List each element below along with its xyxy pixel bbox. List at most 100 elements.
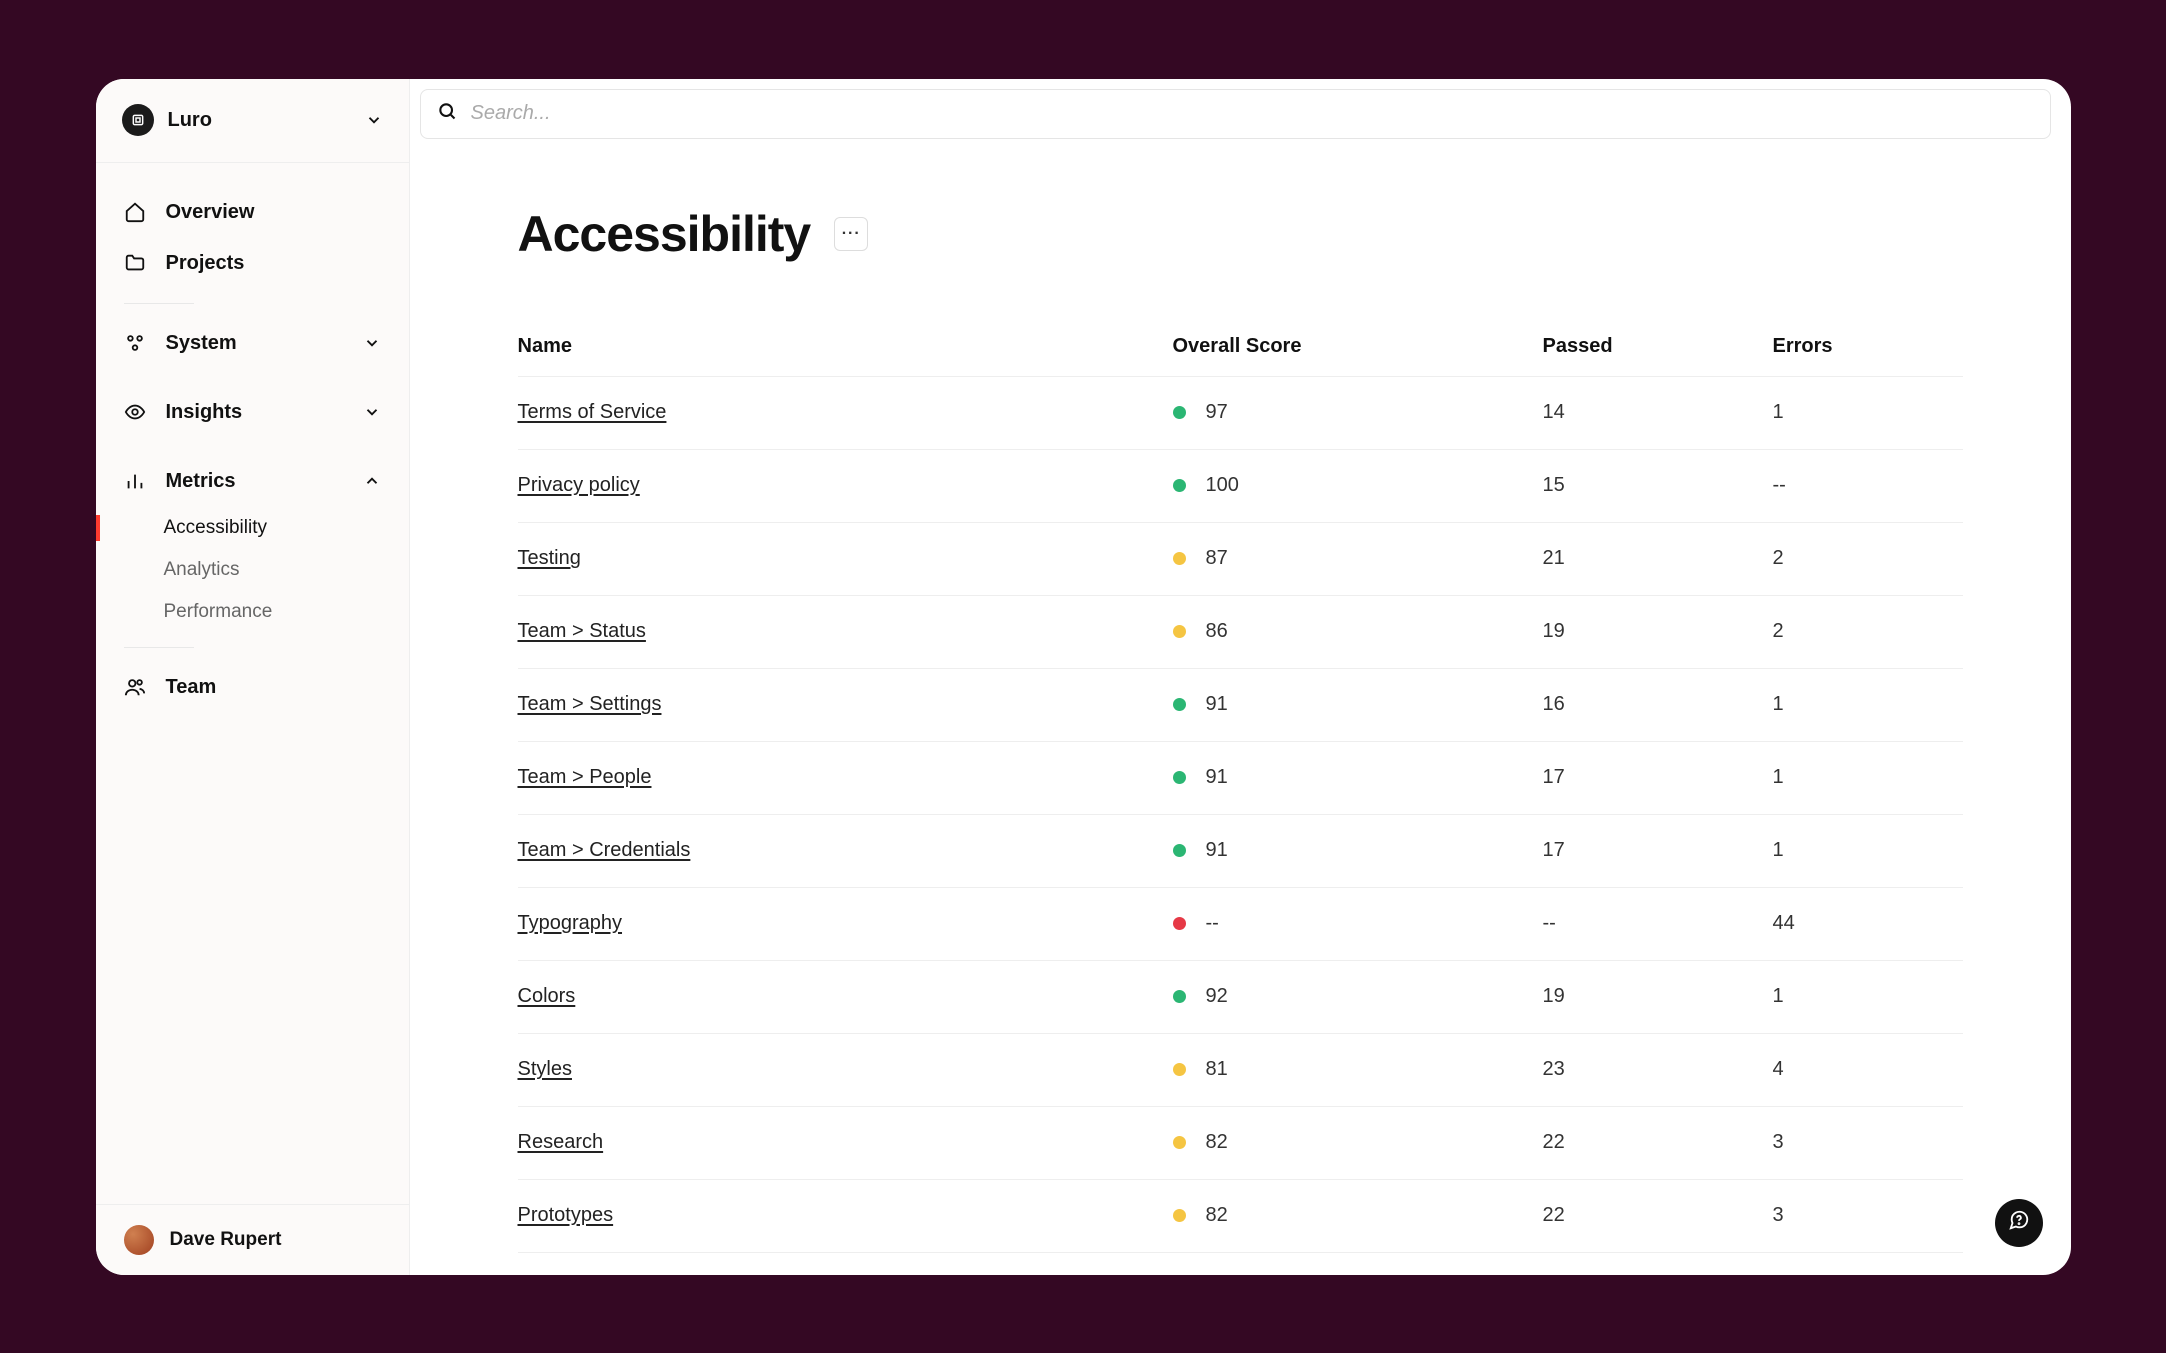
- system-icon: [124, 332, 146, 354]
- th-passed: Passed: [1543, 335, 1773, 358]
- table-body: Terms of Service97141Privacy policy10015…: [518, 377, 1963, 1253]
- table-header: Name Overall Score Passed Errors: [518, 335, 1963, 377]
- nav-sub-label: Accessibility: [164, 517, 267, 539]
- status-dot: [1173, 1209, 1186, 1222]
- nav-projects[interactable]: Projects: [96, 238, 409, 289]
- page-link[interactable]: Styles: [518, 1058, 572, 1080]
- cell-name: Testing: [518, 547, 1173, 570]
- status-dot: [1173, 844, 1186, 857]
- page-link[interactable]: Team > People: [518, 766, 652, 788]
- cell-score: 86: [1173, 620, 1543, 643]
- folder-icon: [124, 252, 146, 274]
- nav-projects-label: Projects: [166, 252, 381, 275]
- table-row: Research 82223: [518, 1107, 1963, 1180]
- nav-metrics-analytics[interactable]: Analytics: [96, 549, 409, 591]
- cell-name: Team > People: [518, 766, 1173, 789]
- workspace-switcher[interactable]: Luro: [96, 79, 409, 163]
- score-value: 86: [1206, 620, 1228, 643]
- nav-system[interactable]: System: [96, 318, 409, 369]
- page-link[interactable]: Team > Settings: [518, 693, 662, 715]
- table-row: Privacy policy 10015--: [518, 450, 1963, 523]
- th-name: Name: [518, 335, 1173, 358]
- eye-icon: [124, 401, 146, 423]
- cell-score: 82: [1173, 1131, 1543, 1154]
- search-input[interactable]: [471, 102, 2034, 125]
- cell-score: 97: [1173, 401, 1543, 424]
- nav-metrics-performance[interactable]: Performance: [96, 591, 409, 633]
- status-dot: [1173, 406, 1186, 419]
- status-dot: [1173, 1063, 1186, 1076]
- home-icon: [124, 201, 146, 223]
- status-dot: [1173, 771, 1186, 784]
- sidebar-footer[interactable]: Dave Rupert: [96, 1204, 409, 1275]
- page-link[interactable]: Terms of Service: [518, 401, 667, 423]
- page-link[interactable]: Privacy policy: [518, 474, 640, 496]
- page-link[interactable]: Testing: [518, 547, 581, 569]
- table-row: Prototypes82223: [518, 1180, 1963, 1253]
- nav: Overview Projects System: [96, 163, 409, 1204]
- main: Accessibility ··· Name Overall Score Pas…: [410, 79, 2071, 1275]
- help-button[interactable]: [1995, 1199, 2043, 1247]
- score-value: 91: [1206, 693, 1228, 716]
- page-link[interactable]: Typography: [518, 912, 623, 934]
- nav-team-label: Team: [166, 676, 381, 699]
- search-box[interactable]: [420, 89, 2051, 139]
- page-link[interactable]: Team > Status: [518, 620, 646, 642]
- cell-errors: 3: [1773, 1204, 1963, 1227]
- chevron-down-icon: [365, 111, 383, 129]
- page-link[interactable]: Colors: [518, 985, 576, 1007]
- cell-passed: 23: [1543, 1058, 1773, 1081]
- nav-metrics[interactable]: Metrics: [96, 456, 409, 507]
- cell-errors: 2: [1773, 547, 1963, 570]
- page-link[interactable]: Research: [518, 1131, 604, 1153]
- cell-errors: 1: [1773, 985, 1963, 1008]
- nav-overview-label: Overview: [166, 201, 381, 224]
- th-errors: Errors: [1773, 335, 1963, 358]
- table-row: Team > Settings91161: [518, 669, 1963, 742]
- cell-score: 91: [1173, 766, 1543, 789]
- score-value: 97: [1206, 401, 1228, 424]
- nav-insights[interactable]: Insights: [96, 387, 409, 438]
- cell-passed: 15: [1543, 474, 1773, 497]
- page-link[interactable]: Prototypes: [518, 1204, 614, 1226]
- score-value: 82: [1206, 1204, 1228, 1227]
- cell-name: Privacy policy: [518, 474, 1173, 497]
- status-dot: [1173, 698, 1186, 711]
- th-score: Overall Score: [1173, 335, 1543, 358]
- nav-team[interactable]: Team: [96, 662, 409, 713]
- dots-icon: ···: [842, 225, 861, 243]
- score-value: 92: [1206, 985, 1228, 1008]
- table-row: Testing87212: [518, 523, 1963, 596]
- table-row: Terms of Service97141: [518, 377, 1963, 450]
- title-row: Accessibility ···: [518, 205, 1963, 263]
- cell-errors: 1: [1773, 401, 1963, 424]
- cell-score: 91: [1173, 693, 1543, 716]
- status-dot: [1173, 990, 1186, 1003]
- workspace-name: Luro: [168, 109, 351, 132]
- nav-metrics-accessibility[interactable]: Accessibility: [96, 507, 409, 549]
- table-row: Team > People91171: [518, 742, 1963, 815]
- cell-errors: 44: [1773, 912, 1963, 935]
- cell-score: 91: [1173, 839, 1543, 862]
- cell-passed: 17: [1543, 766, 1773, 789]
- cell-score: 81: [1173, 1058, 1543, 1081]
- cell-passed: 22: [1543, 1131, 1773, 1154]
- cell-passed: 17: [1543, 839, 1773, 862]
- page-link[interactable]: Team > Credentials: [518, 839, 691, 861]
- chevron-down-icon: [363, 334, 381, 352]
- chevron-down-icon: [363, 403, 381, 421]
- table-row: Styles81234: [518, 1034, 1963, 1107]
- status-dot: [1173, 479, 1186, 492]
- cell-passed: 21: [1543, 547, 1773, 570]
- users-icon: [124, 676, 146, 698]
- cell-passed: 19: [1543, 985, 1773, 1008]
- avatar: [124, 1225, 154, 1255]
- nav-insights-label: Insights: [166, 401, 343, 424]
- cell-score: 100: [1173, 474, 1543, 497]
- cell-errors: --: [1773, 474, 1963, 497]
- more-button[interactable]: ···: [834, 217, 868, 251]
- cell-errors: 3: [1773, 1131, 1963, 1154]
- sidebar: Luro Overview Projects: [96, 79, 410, 1275]
- cell-name: Team > Settings: [518, 693, 1173, 716]
- nav-overview[interactable]: Overview: [96, 187, 409, 238]
